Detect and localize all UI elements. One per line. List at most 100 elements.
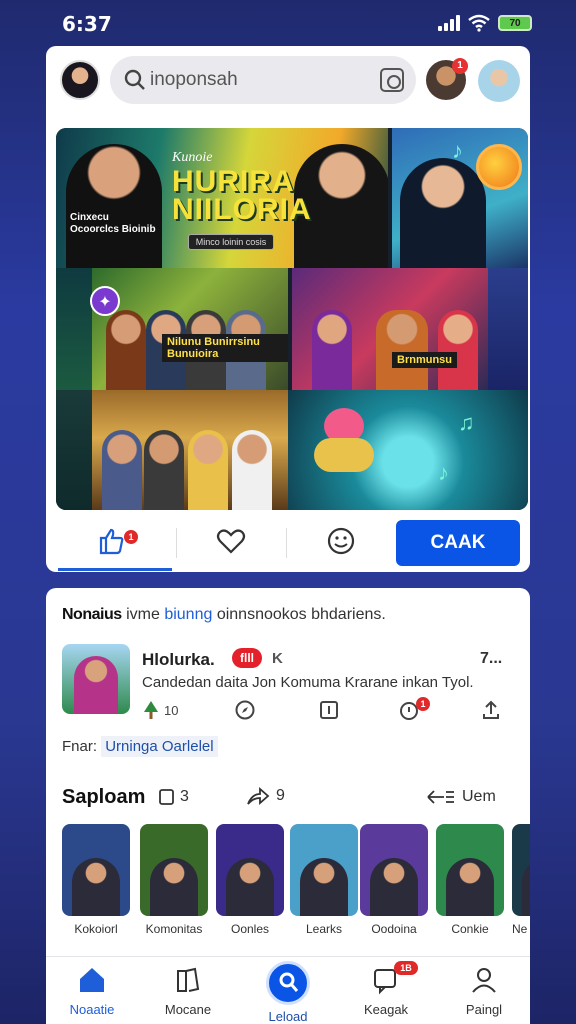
user-avatar[interactable] <box>478 60 520 102</box>
side-tile <box>56 390 92 510</box>
thumbnail-label: Kokoiorl <box>74 922 118 936</box>
nav-label: Noaatie <box>69 1002 115 1017</box>
post-header-label: Nonaius <box>62 606 122 623</box>
source-label: Fnar: <box>62 738 98 755</box>
battery-level: 70 <box>509 17 521 29</box>
heart-icon[interactable] <box>216 526 246 556</box>
thumbnail-card[interactable]: Conkie <box>436 824 504 936</box>
tile-sticker: Nilunu Bunirrsinu Bunuioira <box>162 334 288 362</box>
signal-icon <box>438 15 460 31</box>
section-share[interactable]: 9 <box>246 786 285 806</box>
party-tile[interactable]: Brnmunsu <box>292 268 488 390</box>
bottom-nav: Noaatie Mocane Leload Keagak 1B Paingl <box>46 956 530 1024</box>
emoji-icon[interactable] <box>326 526 356 556</box>
nav-profile[interactable]: Paingl <box>444 965 524 1017</box>
source-link[interactable]: Urninga Oarlelel <box>101 736 218 757</box>
hero-title-line: NIILORIA <box>172 193 312 226</box>
thumbnail-label: Oodoina <box>371 922 417 936</box>
thumbnail-image <box>216 824 284 916</box>
thumbnail-card[interactable]: Oodoina <box>360 824 428 936</box>
search-input[interactable]: inoponsah <box>150 69 238 91</box>
section-share-value: 9 <box>276 787 285 804</box>
music-note-icon: ♫ <box>458 410 475 435</box>
thumbnail-card[interactable]: Kokoiorl <box>62 824 130 936</box>
active-tab-indicator <box>58 568 172 571</box>
source-line: Fnar: Urninga Oarlelel <box>62 736 218 757</box>
thumbnail-card[interactable]: Komonitas <box>140 824 208 936</box>
thumbnail-strip: Kokoiorl Komonitas Oonles Learks Oodoina… <box>62 824 530 944</box>
compass-icon[interactable] <box>234 698 256 722</box>
view-label: Uem <box>462 788 496 805</box>
thumbnail-card[interactable]: Learks <box>290 824 358 936</box>
post-header-link[interactable]: biunng <box>164 606 212 623</box>
section-view-all[interactable]: Uem <box>426 788 496 806</box>
thumbnail-label: Conkie <box>451 922 489 936</box>
upload-button[interactable] <box>266 961 310 1005</box>
more-options[interactable]: 7... <box>480 650 502 668</box>
nav-label: Leload <box>268 1009 308 1024</box>
crowd-person <box>312 310 352 390</box>
media-collage[interactable]: Cinxecu Ocoorclcs Bioinib Kunoie HURIRA … <box>56 128 528 510</box>
search-bar[interactable]: inoponsah <box>110 56 416 104</box>
hero-title-line: HURIRA <box>172 165 295 198</box>
like-icon[interactable] <box>96 526 126 556</box>
stat-alert[interactable]: 1 <box>398 697 438 722</box>
stat-tree[interactable]: 10 <box>142 698 178 722</box>
action-row: 1 CAAK <box>46 516 530 572</box>
hero-button[interactable]: Minco loinin cosis <box>188 234 274 250</box>
live-pill: flll <box>232 648 262 668</box>
save-icon[interactable] <box>318 698 340 722</box>
post-title[interactable]: Hlolurka. <box>142 650 215 670</box>
section-title: Saploam <box>62 786 146 808</box>
tile-sticker: Brnmunsu <box>392 352 457 368</box>
post-k-label: K <box>272 650 283 667</box>
event-tile[interactable] <box>92 390 288 510</box>
group-tile[interactable]: Nilunu Bunirrsinu Bunuioira <box>92 268 288 390</box>
primary-action-button[interactable]: CAAK <box>396 520 520 566</box>
thumbnail-card[interactable]: Ne <box>512 824 530 936</box>
music-icon[interactable] <box>476 144 522 190</box>
book-icon <box>177 967 200 992</box>
feature-card: inoponsah 1 Cinxecu Ocoorclcs Bioinib Ku… <box>46 46 530 572</box>
thumbnail-label: Ne <box>512 922 528 936</box>
view-icon <box>427 790 454 804</box>
thumbnail-card[interactable]: Oonles <box>216 824 284 936</box>
nav-label: Mocane <box>164 1002 212 1017</box>
post-text: Candedan daita Jon Komuma Krarane inkan … <box>142 674 474 691</box>
thumbnail-image <box>360 824 428 916</box>
alert-badge: 1 <box>416 697 430 711</box>
thumbnail-image <box>436 824 504 916</box>
hero-tile[interactable]: Cinxecu Ocoorclcs Bioinib Kunoie HURIRA … <box>56 128 388 268</box>
search-icon <box>279 972 299 992</box>
thumbnail-image <box>140 824 208 916</box>
tile-person <box>400 158 486 268</box>
hero-person <box>66 144 162 268</box>
hero-title: HURIRA NIILORIA <box>172 165 312 226</box>
share-up-icon[interactable] <box>480 698 502 722</box>
nav-label: Keagak <box>363 1002 409 1017</box>
side-tile <box>488 268 528 390</box>
top-bar: inoponsah 1 <box>46 46 530 116</box>
profile-avatar[interactable] <box>60 60 100 100</box>
notification-badge: 1 <box>452 58 468 74</box>
section-count-value: 3 <box>180 788 189 805</box>
status-time: 6:37 <box>62 12 112 36</box>
home-icon <box>80 968 104 992</box>
thumbnail-label: Komonitas <box>145 922 203 936</box>
right-tile[interactable]: ♪ <box>392 128 528 268</box>
thumbnail-label: Oonles <box>230 922 270 936</box>
section-count: 3 <box>158 788 189 806</box>
mascot-illustration <box>314 408 374 472</box>
thumbnail-image <box>512 824 530 916</box>
crowd-person <box>376 310 428 390</box>
camera-icon[interactable] <box>380 68 404 92</box>
crowd-person <box>144 430 184 510</box>
nav-mocane[interactable]: Mocane <box>148 965 228 1017</box>
music-tile[interactable]: ♫ ♪ <box>288 390 528 510</box>
discover-icon[interactable]: ✦ <box>90 286 120 316</box>
post-thumbnail[interactable] <box>62 644 130 714</box>
tree-icon <box>144 701 158 719</box>
crowd-person <box>188 430 228 510</box>
nav-home[interactable]: Noaatie <box>52 965 132 1017</box>
side-tile <box>56 268 92 390</box>
